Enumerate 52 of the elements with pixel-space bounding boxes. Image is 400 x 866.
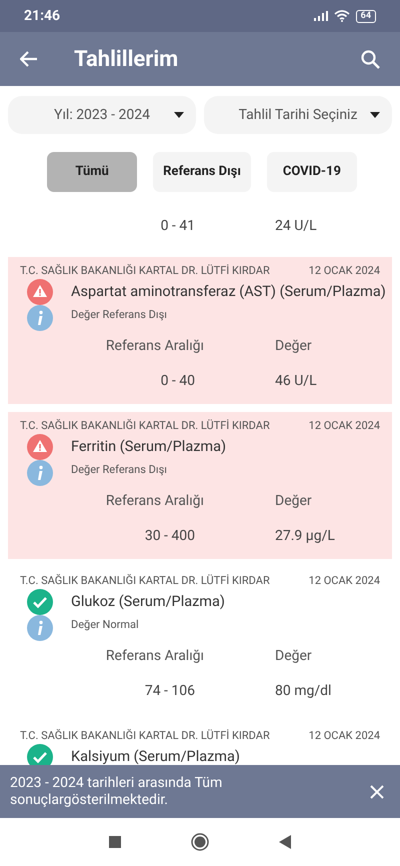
reference-range: 0 - 40 bbox=[160, 372, 196, 391]
hospital-name: T.C. SAĞLIK BAKANLIĞI KARTAL DR. LÜTFİ KIRDAR bbox=[20, 728, 270, 744]
result-value: 46 U/L bbox=[274, 372, 318, 391]
column-label: Değer bbox=[274, 337, 313, 356]
result-date: 12 OCAK 2024 bbox=[308, 572, 380, 589]
back-arrow-icon[interactable] bbox=[20, 51, 38, 67]
result-card[interactable]: T.C. SAĞLIK BAKANLIĞI KARTAL DR. LÜTFİ KIRDAR 12 OCAK 2024 Ferritin (Serum/Plazma) Değer Referans Dışı Referans Aralığı Değer 30 - 400 27.9 µg/L bbox=[8, 412, 392, 559]
hospital-name: T.C. SAĞLIK BAKANLIĞI KARTAL DR. LÜTFİ KIRDAR bbox=[20, 572, 270, 589]
wifi-icon bbox=[334, 10, 350, 22]
test-name: Aspartat aminotransferaz (AST) (Serum/Plazma) bbox=[71, 282, 386, 302]
test-name: Kalsiyum (Serum/Plazma) bbox=[71, 747, 240, 767]
dropdown[interactable]: Yıl: 2023 - 2024 bbox=[8, 96, 196, 134]
column-label: Referans Aralığı bbox=[104, 492, 205, 511]
result-value: 27.9 µg/L bbox=[274, 527, 336, 546]
hospital-name: T.C. SAĞLIK BAKANLIĞI KARTAL DR. LÜTFİ KIRDAR bbox=[20, 418, 270, 434]
column-label: Değer bbox=[274, 492, 313, 511]
signal-icon bbox=[314, 11, 328, 21]
page-title: Tahlillerim bbox=[74, 46, 178, 74]
check-icon bbox=[27, 589, 53, 615]
reference-range: 74 - 106 bbox=[144, 682, 196, 701]
warning-icon bbox=[27, 279, 53, 305]
dropdown[interactable]: Tahlil Tarihi Seçiniz bbox=[204, 96, 392, 134]
result-value: 80 mg/dl bbox=[274, 682, 332, 701]
caret-icon bbox=[370, 112, 380, 118]
column-label: Referans Aralığı bbox=[104, 647, 205, 666]
test-name: Glukoz (Serum/Plazma) bbox=[71, 592, 225, 612]
test-name: Ferritin (Serum/Plazma) bbox=[71, 437, 226, 457]
column-label: Değer bbox=[274, 647, 313, 666]
reference-range: 30 - 400 bbox=[144, 527, 196, 546]
result-value: 24 U/L bbox=[274, 217, 318, 236]
result-date: 12 OCAK 2024 bbox=[308, 728, 380, 744]
back-triangle-icon[interactable] bbox=[279, 835, 291, 849]
snackbar-message: 2023 - 2024 tarihleri arasında Tüm sonuçlargösterilmektedir. bbox=[10, 774, 224, 808]
status-note: Değer Normal bbox=[71, 616, 139, 633]
status-note: Değer Referans Dışı bbox=[71, 306, 167, 323]
filter-chip[interactable]: Referans Dışı bbox=[153, 152, 251, 192]
caret-icon bbox=[174, 112, 184, 118]
hospital-name: T.C. SAĞLIK BAKANLIĞI KARTAL DR. LÜTFİ KIRDAR bbox=[20, 262, 270, 279]
result-date: 12 OCAK 2024 bbox=[308, 418, 380, 434]
battery-indicator: 64 bbox=[356, 10, 376, 22]
search-icon[interactable] bbox=[361, 50, 380, 68]
column-label: Referans Aralığı bbox=[104, 337, 205, 356]
filter-chip[interactable]: COVID-19 bbox=[266, 152, 357, 192]
filter-chip[interactable]: Tümü bbox=[47, 152, 138, 192]
home-icon[interactable] bbox=[191, 833, 209, 851]
result-date: 12 OCAK 2024 bbox=[308, 262, 380, 279]
warning-icon bbox=[27, 434, 53, 460]
result-card[interactable]: T.C. SAĞLIK BAKANLIĞI KARTAL DR. LÜTFİ KIRDAR 12 OCAK 2024 Aspartat aminotransferaz (AST) (Serum/Plazma) Değer Referans Dışı Referans Aralığı Değer 0 - 40 46 U/L bbox=[8, 257, 392, 404]
status-time: 21:46 bbox=[24, 6, 60, 26]
reference-range: 0 - 41 bbox=[160, 217, 196, 236]
close-icon[interactable] bbox=[370, 784, 384, 798]
status-note: Değer Referans Dışı bbox=[71, 462, 167, 478]
